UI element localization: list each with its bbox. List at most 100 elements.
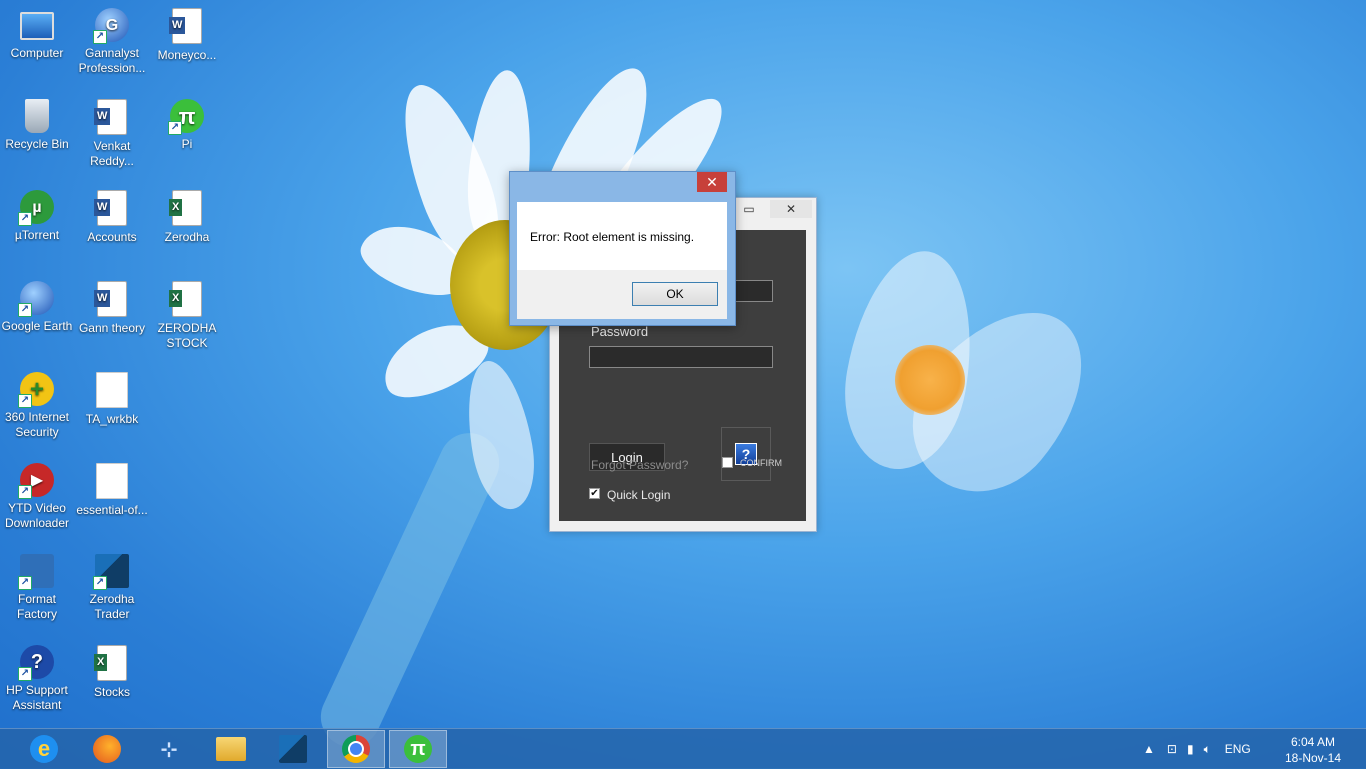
desktop-icon-moneyco[interactable]: Moneyco... [150,4,224,63]
desktop-icon-label: Google Earth [1,319,73,333]
hp-support-icon: ? ↗ [18,645,54,681]
desktop-icon-ta-wrkbk[interactable]: TA_wrkbk [75,368,149,427]
desktop-icon-hp-support[interactable]: ? ↗ HP Support Assistant [0,641,74,713]
taskbar-firefox[interactable] [78,730,136,768]
desktop-icon-label: Venkat Reddy... [90,139,134,168]
dialog-body: Error: Root element is missing. OK [517,202,727,319]
format-factory-icon: ↗ [18,554,54,590]
desktop-icon-label: HP Support Assistant [6,683,68,712]
firefox-icon [93,735,121,763]
taskbar-internet-explorer[interactable]: e [15,730,73,768]
word-document-icon [94,281,127,317]
desktop-icon-label: Recycle Bin [5,137,69,151]
desktop-icon-label: Moneyco... [157,48,217,62]
desktop-icon-label: YTD Video Downloader [4,501,70,530]
system-tray: ▲ ⊡ ▮ 🔈︎ ENG [1143,729,1251,769]
error-message: Error: Root element is missing. [530,230,695,244]
desktop-icon-format-factory[interactable]: ↗ Format Factory [0,550,74,622]
dialog-close-button[interactable]: ✕ [697,172,727,192]
desktop-icon-stocks[interactable]: Stocks [75,641,149,700]
taskbar-chrome[interactable] [327,730,385,768]
excel-document-icon [169,281,202,317]
confirm-label: CONFIRM [740,458,782,468]
desktop-icon-venkat-reddy[interactable]: Venkat Reddy... [75,95,149,169]
desktop-icon-zerodha-stock[interactable]: ZERODHA STOCK [150,277,224,351]
desktop-icon-label: Stocks [93,685,130,699]
desktop-icon-label: Pi [181,137,193,151]
network-icon[interactable]: ⊡ [1167,742,1177,756]
language-indicator[interactable]: ENG [1225,742,1251,756]
desktop-icon-label: µTorrent [14,228,60,242]
desktop-icon-label: Zerodha Trader [89,592,135,621]
utorrent-icon: µ ↗ [18,190,54,226]
ytd-downloader-icon: ▶ ↗ [18,463,54,499]
desktop-icon-label: Format Factory [16,592,57,621]
zerodha-trader-icon [279,735,307,763]
volume-icon[interactable]: 🔈︎ [1204,742,1211,757]
clock[interactable]: 6:04 AM 18-Nov-14 [1278,734,1348,766]
forgot-password-link[interactable]: Forgot Password? [591,458,688,472]
desktop-icon-gannalyst[interactable]: G ↗ Gannalyst Profession... [75,4,149,76]
recycle-bin-icon [25,99,49,133]
maximize-icon: ▭ [743,202,755,216]
excel-document-icon [169,190,202,226]
desktop-icon-label: Computer [10,46,64,60]
taskbar-pi[interactable]: π [389,730,447,768]
show-hidden-icons-icon[interactable]: ▲ [1143,742,1155,756]
taskbar-file-explorer[interactable] [202,730,260,768]
google-earth-icon: ↗ [18,281,54,317]
desktop-icon-label: essential-of... [76,503,148,517]
clock-date: 18-Nov-14 [1284,751,1342,765]
desktop-icon-zerodha[interactable]: Zerodha [150,186,224,245]
desktop-icon-google-earth[interactable]: ↗ Google Earth [0,277,74,334]
desktop-icon-zerodha-trader[interactable]: ↗ Zerodha Trader [75,550,149,622]
desktop-icon-label: Zerodha [164,230,210,244]
confirm-checkbox[interactable] [722,457,733,468]
desktop-icon-label: TA_wrkbk [85,412,139,426]
password-input[interactable] [589,346,773,368]
battery-icon[interactable]: ▮ [1187,742,1194,756]
help-button[interactable]: ? [721,427,771,481]
desktop-icon-ytd-downloader[interactable]: ▶ ↗ YTD Video Downloader [0,459,74,531]
word-document-icon [169,8,202,44]
taskbar-network-tool[interactable]: ⊹ [140,730,198,768]
desktop-icon-essential-of[interactable]: essential-of... [75,459,149,518]
username-input[interactable] [735,280,773,302]
desktop-icon-pi[interactable]: π ↗ Pi [150,95,224,152]
desktop-icon-computer[interactable]: Computer [0,4,74,61]
document-icon [96,372,128,408]
quick-login-checkbox[interactable]: ✔ [589,488,600,499]
pi-icon: π ↗ [168,99,204,135]
word-document-icon [94,190,127,226]
dialog-message-area: Error: Root element is missing. [517,202,727,270]
pi-icon: π [404,735,432,763]
excel-document-icon [94,645,127,681]
desktop-icon-gann-theory[interactable]: Gann theory [75,277,149,336]
maximize-button[interactable]: ▭ [735,200,763,218]
computer-icon [20,12,54,40]
word-document-icon [94,99,127,135]
quick-login-label: Quick Login [607,488,671,502]
360-security-icon: + ↗ [18,372,54,408]
desktop-icon-label: Gann theory [78,321,146,335]
taskbar-zerodha-trader[interactable] [264,730,322,768]
desktop-icon-360-security[interactable]: + ↗ 360 Internet Security [0,368,74,440]
desktop-icon-utorrent[interactable]: µ ↗ µTorrent [0,186,74,243]
clock-time: 6:04 AM [1290,735,1336,749]
ok-button[interactable]: OK [632,282,718,306]
desktop-icon-label: ZERODHA STOCK [157,321,217,350]
network-tool-icon: ⊹ [160,738,178,761]
close-icon: ✕ [706,174,718,190]
close-icon: ✕ [785,202,797,216]
desktop-icon-label: 360 Internet Security [4,410,70,439]
gannalyst-icon: G ↗ [93,8,129,44]
document-icon [96,463,128,499]
error-dialog[interactable]: ✕ Error: Root element is missing. OK [509,171,736,326]
desktop-icon-recycle-bin[interactable]: Recycle Bin [0,95,74,152]
desktop-icon-accounts[interactable]: Accounts [75,186,149,245]
close-button[interactable]: ✕ [770,200,812,218]
desktop-icon-label: Gannalyst Profession... [78,46,146,75]
internet-explorer-icon: e [30,735,58,763]
desktop-icon-label: Accounts [87,230,137,244]
file-explorer-icon [216,737,246,761]
